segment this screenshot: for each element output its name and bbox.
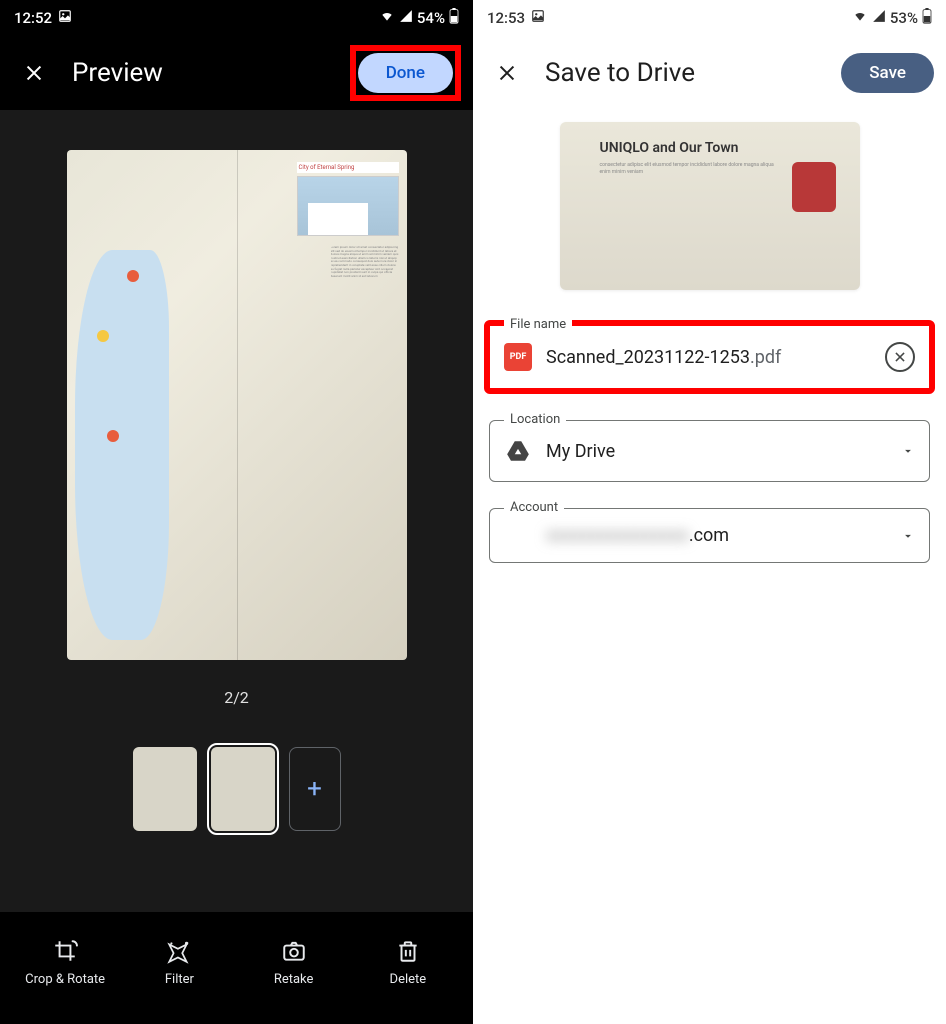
page-title: Save to Drive	[545, 58, 825, 88]
filter-button[interactable]: Filter	[129, 938, 229, 987]
wifi-icon	[852, 9, 868, 27]
wifi-icon	[379, 9, 395, 27]
pdf-icon: PDF	[504, 343, 532, 371]
trash-icon	[395, 938, 421, 964]
delete-button[interactable]: Delete	[358, 938, 458, 987]
scan-preview-image[interactable]: City of Eternal Spring Lorem ipsum dolor…	[67, 150, 407, 660]
close-icon	[893, 350, 907, 364]
notification-icon	[58, 9, 72, 27]
plus-icon: +	[307, 774, 322, 804]
chevron-down-icon	[901, 529, 915, 543]
chevron-down-icon	[901, 444, 915, 458]
preview-area: City of Eternal Spring Lorem ipsum dolor…	[0, 110, 473, 912]
battery-icon	[449, 8, 459, 28]
save-button[interactable]: Save	[841, 53, 934, 93]
thumbnail-2[interactable]	[211, 747, 275, 831]
highlight-done: Done	[350, 45, 461, 101]
screen-save-to-drive: 12:53 53% Save to Drive Save UNIQLO a	[473, 0, 946, 1024]
retake-button[interactable]: Retake	[244, 938, 344, 987]
drive-icon	[504, 437, 532, 465]
account-value: xxxxxxxxxxxxxxxx.com	[546, 525, 887, 546]
account-field[interactable]: Account xxxxxxxxxxxxxxxx.com	[489, 508, 930, 563]
location-field[interactable]: Location My Drive	[489, 420, 930, 482]
location-value: My Drive	[546, 441, 887, 462]
preview-app-bar: Preview Done	[0, 36, 473, 110]
location-label: Location	[504, 412, 566, 427]
notification-icon	[531, 9, 545, 27]
clear-filename-button[interactable]	[885, 342, 915, 372]
thumbnail-strip: +	[133, 747, 341, 831]
screen-preview: 12:52 54% Preview Done	[0, 0, 473, 1024]
signal-icon	[399, 9, 413, 27]
add-page-button[interactable]: +	[289, 747, 341, 831]
filter-icon	[166, 938, 192, 964]
signal-icon	[872, 9, 886, 27]
done-button[interactable]: Done	[358, 53, 453, 93]
status-bar: 12:53 53%	[473, 0, 946, 36]
file-name-input[interactable]: Scanned_20231122-1253.pdf	[546, 347, 871, 368]
thumbnail-1[interactable]	[133, 747, 197, 831]
status-bar: 12:52 54%	[0, 0, 473, 36]
document-headline: UNIQLO and Our Town	[600, 140, 739, 156]
crop-rotate-button[interactable]: Crop & Rotate	[15, 938, 115, 987]
battery-percent: 54%	[417, 9, 445, 27]
battery-icon	[922, 8, 932, 28]
camera-icon	[281, 938, 307, 964]
battery-percent: 53%	[890, 9, 918, 27]
file-name-field[interactable]: File name PDF Scanned_20231122-1253.pdf	[484, 320, 935, 394]
page-title: Preview	[72, 58, 334, 88]
status-time: 12:53	[487, 9, 525, 27]
scan-page-heading: City of Eternal Spring	[297, 162, 399, 173]
account-label: Account	[504, 500, 564, 515]
close-button[interactable]	[12, 51, 56, 95]
file-name-label: File name	[504, 317, 572, 332]
close-button[interactable]	[485, 51, 529, 95]
crop-rotate-icon	[52, 938, 78, 964]
save-app-bar: Save to Drive Save	[473, 36, 946, 110]
save-form: UNIQLO and Our Town consectetur adipisc …	[473, 110, 946, 1024]
document-preview-thumbnail[interactable]: UNIQLO and Our Town consectetur adipisc …	[560, 122, 860, 290]
page-counter: 2/2	[224, 688, 249, 707]
status-time: 12:52	[14, 9, 52, 27]
bottom-toolbar: Crop & Rotate Filter Retake Delete	[0, 912, 473, 1024]
